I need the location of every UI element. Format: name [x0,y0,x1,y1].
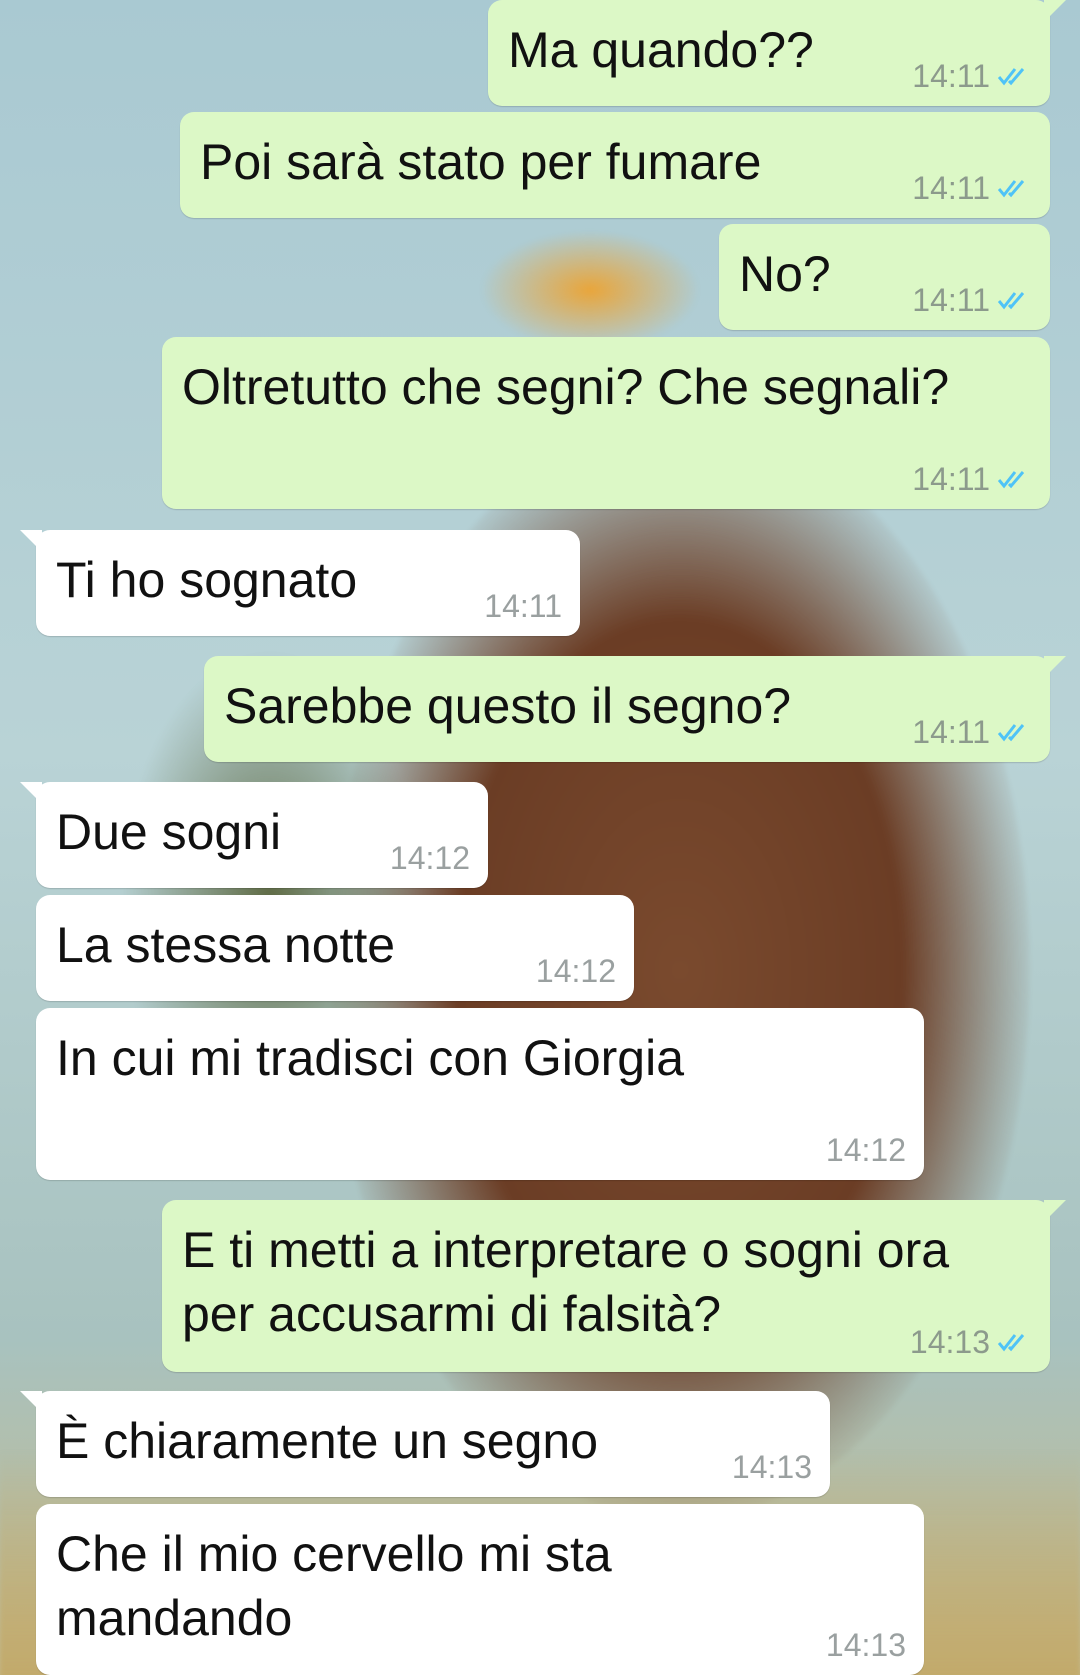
message-bubble-incoming[interactable]: Ti ho sognato 14:11 [20,530,580,636]
message-meta: 14:11 [912,170,1032,206]
double-check-read-icon [998,724,1025,742]
message-text: La stessa notte [56,917,396,973]
message-time: 14:12 [825,1132,906,1168]
message-text: Che il mio cervello mi sta mandando [56,1526,612,1646]
message-meta: 14:11 [912,58,1032,94]
message-bubble-outgoing[interactable]: Oltretutto che segni? Che segnali? 14:11 [162,337,1050,509]
message-bubble-outgoing[interactable]: No? 14:11 [719,224,1050,330]
message-time: 14:13 [909,1324,990,1360]
message-text: Ti ho sognato [56,552,358,608]
message-bubble-incoming[interactable]: In cui mi tradisci con Giorgia 14:12 [36,1008,924,1180]
message-meta: 14:12 [826,1132,906,1168]
bubble-tail [20,530,42,552]
message-bubble-outgoing[interactable]: Poi sarà stato per fumare 14:11 [180,112,1050,218]
bubble-tail [20,1391,42,1413]
message-time: 14:12 [535,953,616,989]
message-time: 14:11 [912,170,990,206]
message-bubble-incoming[interactable]: La stessa notte 14:12 [36,895,634,1001]
double-check-read-icon [998,68,1025,86]
message-text: No? [739,246,831,302]
message-time: 14:11 [912,714,990,750]
bubble-tail [1044,656,1066,678]
message-time: 14:11 [912,282,990,318]
bubble-tail [1044,0,1066,22]
message-bubble-outgoing[interactable]: Sarebbe questo il segno? 14:11 [204,656,1066,762]
message-text: Poi sarà stato per fumare [200,134,762,190]
double-check-read-icon [998,292,1025,310]
message-time: 14:11 [484,588,562,624]
message-text: Oltretutto che segni? Che segnali? [182,359,950,415]
double-check-read-icon [998,471,1025,489]
message-time: 14:12 [389,840,470,876]
message-meta: 14:11 [912,714,1032,750]
message-time: 14:13 [731,1449,812,1485]
message-bubble-outgoing[interactable]: Ma quando?? 14:11 [488,0,1066,106]
message-text: Ma quando?? [508,22,814,78]
message-meta: 14:12 [536,953,616,989]
message-time: 14:11 [912,58,990,94]
message-text: In cui mi tradisci con Giorgia [56,1030,685,1086]
message-time: 14:13 [825,1627,906,1663]
double-check-read-icon [998,1334,1025,1352]
double-check-read-icon [998,180,1025,198]
message-text: È chiaramente un segno [56,1413,599,1469]
message-meta: 14:13 [826,1627,906,1663]
message-bubble-outgoing[interactable]: E ti metti a interpretare o sogni ora pe… [162,1200,1066,1372]
message-time: 14:11 [912,461,990,497]
message-meta: 14:11 [912,282,1032,318]
message-meta: 14:13 [910,1324,1032,1360]
message-meta: 14:11 [484,588,562,624]
message-meta: 14:12 [390,840,470,876]
message-meta: 14:13 [732,1449,812,1485]
message-bubble-incoming[interactable]: Che il mio cervello mi sta mandando 14:1… [36,1504,924,1675]
message-bubble-incoming[interactable]: È chiaramente un segno 14:13 [20,1391,830,1497]
message-text: Due sogni [56,804,282,860]
bubble-tail [20,782,42,804]
message-text: Sarebbe questo il segno? [224,678,792,734]
message-bubble-incoming[interactable]: Due sogni 14:12 [20,782,488,888]
message-meta: 14:11 [912,461,1032,497]
message-text: E ti metti a interpretare o sogni ora pe… [182,1222,950,1342]
bubble-tail [1044,1200,1066,1222]
